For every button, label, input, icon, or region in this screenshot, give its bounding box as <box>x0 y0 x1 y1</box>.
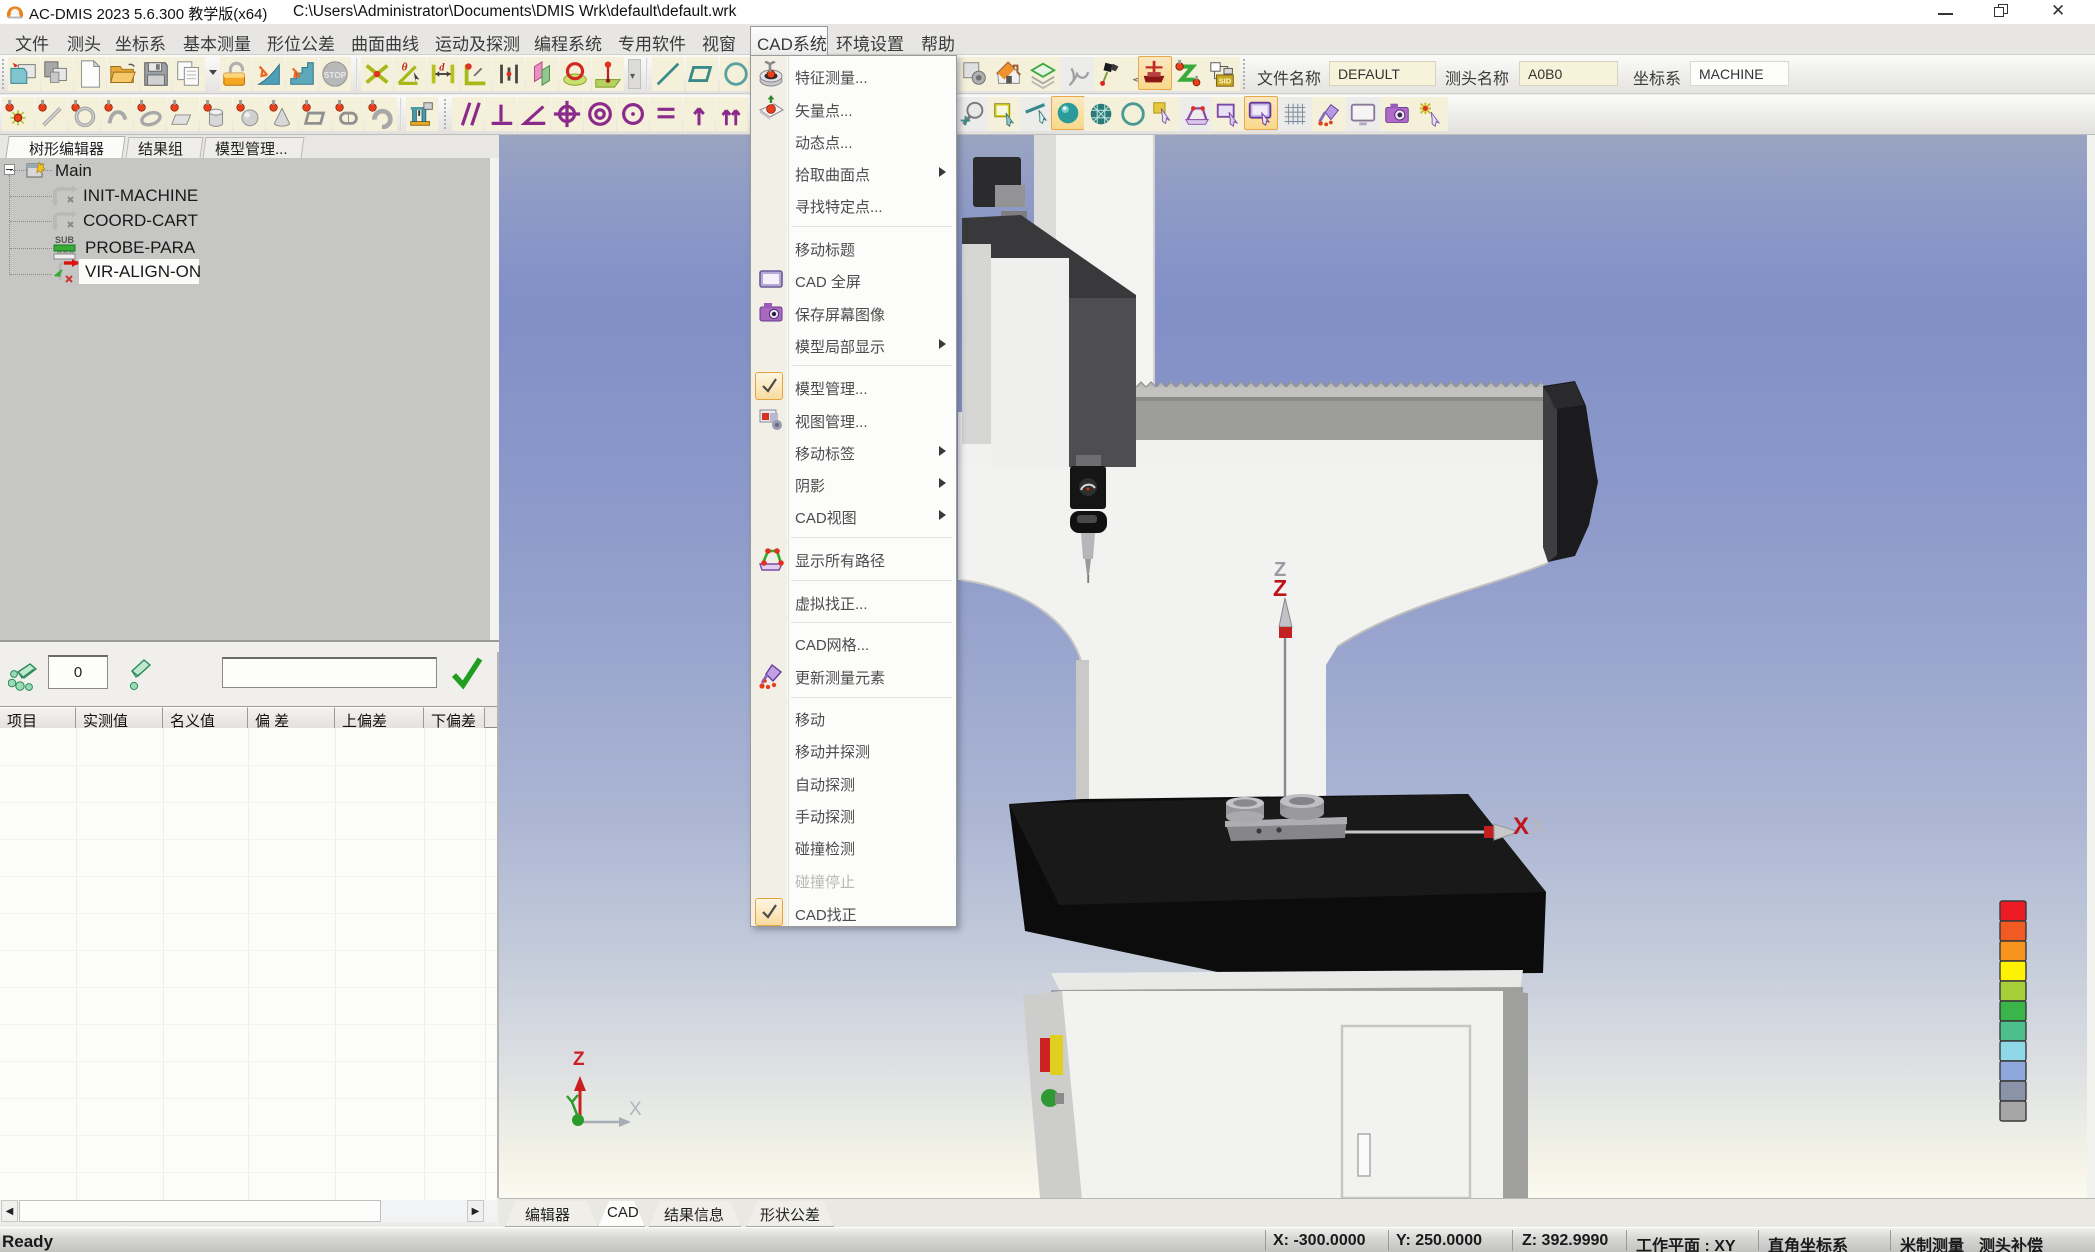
svg-text:Z: Z <box>573 1049 585 1070</box>
svg-text:STOP: STOP <box>324 70 347 80</box>
svg-text:Z: Z <box>1273 575 1287 601</box>
svg-text:SID: SID <box>1219 76 1232 85</box>
svg-text:θ: θ <box>402 61 408 73</box>
svg-text:SUB: SUB <box>55 235 75 245</box>
svg-text:X: X <box>1513 813 1529 840</box>
svg-text:X: X <box>1530 813 1546 840</box>
svg-text:X: X <box>629 1099 642 1120</box>
svg-text:d: d <box>439 62 445 73</box>
